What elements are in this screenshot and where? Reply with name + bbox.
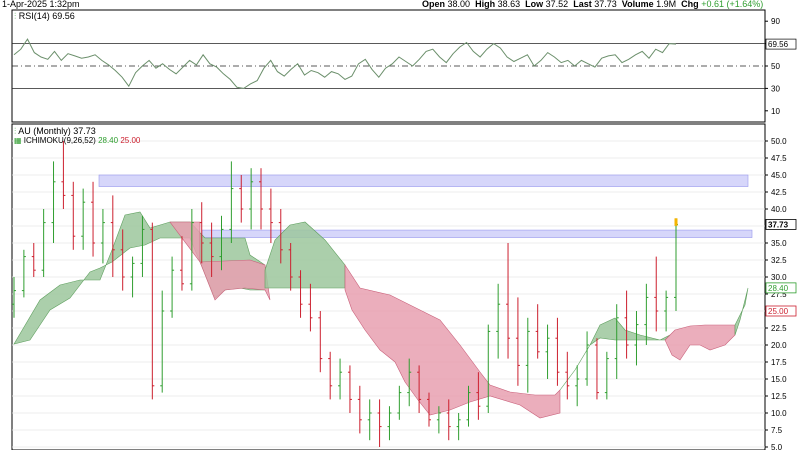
price-title-text: AU (Monthly) 37.73 <box>18 126 96 136</box>
rsi-tick-label: 10 <box>771 107 780 116</box>
chart-svg: 907050301069.56 50.047.545.042.540.037.5… <box>11 9 797 450</box>
span-a-badge-text: 28.40 <box>768 284 789 293</box>
rsi-title-text: RSI(14) 69.56 <box>18 11 75 21</box>
price-tick-label: 47.5 <box>771 154 787 163</box>
ichimoku-label: ICHIMOKU(9,26,52) <box>23 136 96 145</box>
price-frame <box>11 123 766 450</box>
price-tick-label: 30.0 <box>771 273 787 282</box>
price-tick-label: 15.0 <box>771 375 787 384</box>
price-tick-label: 17.5 <box>771 358 787 367</box>
price-tick-label: 40.0 <box>771 205 787 214</box>
price-tick-label: 20.0 <box>771 341 787 350</box>
last-candle-highlight <box>674 218 678 226</box>
price-tick-label: 32.5 <box>771 256 787 265</box>
rsi-icon: ⫶ <box>14 11 17 21</box>
ichimoku-legend: ▦ ICHIMOKU(9,26,52) 28.40 25.00 <box>14 136 140 145</box>
chart-stage: 1-Apr-2025 1:32pm Open 38.00 High 38.63 … <box>0 0 800 450</box>
price-tick-label: 22.5 <box>771 324 787 333</box>
resistance-zone-upper <box>98 174 749 187</box>
ichimoku-icon: ▦ <box>14 136 22 145</box>
price-tick-label: 5.0 <box>771 443 783 450</box>
price-tick-label: 45.0 <box>771 171 787 180</box>
rsi-tick-label: 90 <box>771 17 780 26</box>
last-price-badge-text: 37.73 <box>768 220 789 229</box>
price-title: ⫶ AU (Monthly) 37.73 <box>14 126 96 136</box>
price-tick-label: 7.5 <box>771 426 783 435</box>
price-tick-label: 12.5 <box>771 392 787 401</box>
candles-icon: ⫶ <box>14 126 17 136</box>
price-panel: 50.047.545.042.540.037.535.032.530.027.5… <box>11 123 797 450</box>
ichimoku-val2: 25.00 <box>120 136 141 145</box>
ichimoku-val1: 28.40 <box>98 136 119 145</box>
rsi-tick-label: 30 <box>771 84 780 93</box>
price-tick-label: 50.0 <box>771 137 787 146</box>
price-tick-label: 10.0 <box>771 409 787 418</box>
rsi-title: ⫶ RSI(14) 69.56 <box>14 11 75 21</box>
price-tick-label: 35.0 <box>771 239 787 248</box>
price-tick-label: 42.5 <box>771 188 787 197</box>
span-b-badge-text: 25.00 <box>768 307 789 316</box>
rsi-tick-label: 50 <box>771 62 780 71</box>
rsi-panel: 907050301069.56 <box>11 9 797 123</box>
rsi-value-badge-text: 69.56 <box>768 40 789 49</box>
